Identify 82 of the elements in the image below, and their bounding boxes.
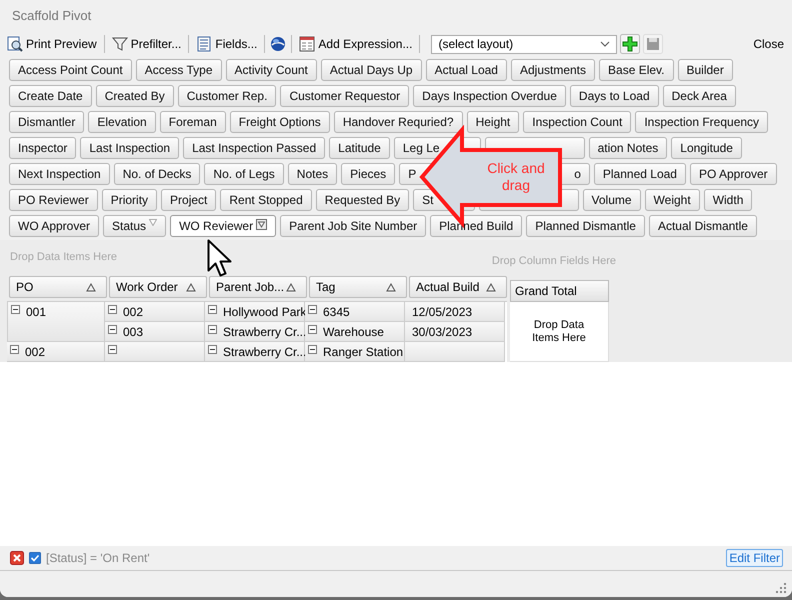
column-header[interactable]: Work Order [109, 276, 207, 298]
edit-filter-button[interactable]: Edit Filter [726, 549, 783, 567]
row-field-cell: Ranger Station [305, 342, 405, 362]
field-button[interactable]: Access Point Count [9, 59, 132, 81]
field-button[interactable]: No. of Decks [114, 163, 200, 185]
toolbar-button[interactable]: Prefilter... [110, 34, 184, 54]
field-button[interactable]: Days Inspection Overdue [413, 85, 566, 107]
drop-hint: Drop Column Fields Here [492, 255, 616, 267]
field-button[interactable]: Last Inspection [80, 137, 180, 159]
row-field-cell: 001 [7, 302, 105, 342]
field-button[interactable]: Rent Stopped [220, 189, 312, 211]
field-button[interactable]: Planned Load [594, 163, 686, 185]
field-button[interactable]: Adjustments [510, 59, 596, 81]
field-button[interactable]: Inspection Frequency [635, 111, 768, 133]
field-button[interactable]: Width [704, 189, 752, 211]
field-button[interactable]: Actual Load [426, 59, 507, 81]
field-button[interactable]: Actual Days Up [320, 59, 422, 81]
tooltip-text: Click and drag [486, 160, 546, 194]
field-button[interactable]: Customer Rep. [178, 85, 276, 107]
field-button[interactable]: Handover Requried? [334, 111, 463, 133]
row-field-cell: 30/03/2023 [405, 322, 505, 342]
close-button[interactable]: Close [751, 37, 786, 51]
field-button[interactable]: Pieces [341, 163, 396, 185]
field-button[interactable]: Parent Job Site Number [280, 215, 426, 237]
row-field-cell: 6345 [305, 302, 405, 322]
window-title: Scaffold Pivot [11, 7, 92, 25]
filter-expression: [Status] = 'On Rent' [46, 551, 150, 565]
field-button[interactable]: Inspection Count [523, 111, 632, 133]
field-button[interactable]: Notes [288, 163, 338, 185]
field-button[interactable]: Inspector [9, 137, 76, 159]
field-button[interactable]: Elevation [88, 111, 156, 133]
field-button[interactable]: Customer Requestor [280, 85, 410, 107]
column-header[interactable]: Actual Build [409, 276, 507, 298]
field-button[interactable]: Days to Load [570, 85, 659, 107]
field-button[interactable]: No. of Legs [204, 163, 284, 185]
field-button[interactable]: Requested By [316, 189, 410, 211]
toolbar-button[interactable]: Add Expression... [297, 34, 414, 54]
field-button[interactable]: Project [161, 189, 216, 211]
field-button[interactable]: Dismantler [9, 111, 84, 133]
field-button[interactable]: WO Approver [9, 215, 100, 237]
field-button[interactable]: WO Reviewer [170, 215, 276, 237]
field-button[interactable]: Planned Build [430, 215, 522, 237]
field-button[interactable]: Actual Dismantle [648, 215, 757, 237]
row-field-cell: Hollywood Park [205, 302, 305, 322]
field-button[interactable]: Next Inspection [9, 163, 110, 185]
field-button[interactable]: Builder [678, 59, 733, 81]
row-field-cell: 12/05/2023 [405, 302, 505, 322]
field-button[interactable]: Weight [644, 189, 700, 211]
field-button[interactable]: Longitude [671, 137, 742, 159]
layout-dropdown[interactable]: (select layout) [431, 34, 618, 54]
column-header[interactable]: PO [9, 276, 107, 298]
grand-total-header: Grand Total [510, 280, 609, 302]
field-button[interactable]: Freight Options [230, 111, 330, 133]
field-button[interactable]: Activity Count [226, 59, 317, 81]
field-button[interactable]: Planned Dismantle [526, 215, 645, 237]
field-button[interactable]: PO Reviewer [9, 189, 98, 211]
column-header[interactable]: Parent Job... [209, 276, 307, 298]
field-button[interactable]: Volume [582, 189, 641, 211]
row-field-cell: 002 [105, 302, 205, 322]
toolbar-button[interactable]: Fields... [194, 34, 260, 54]
field-button[interactable]: Last Inspection Passed [183, 137, 326, 159]
field-button[interactable]: Create Date [9, 85, 92, 107]
field-button[interactable]: Latitude [329, 137, 390, 159]
field-button[interactable]: ation Notes [588, 137, 668, 159]
row-field-cell: Strawberry Cr... [205, 322, 305, 342]
row-field-cell: Strawberry Cr... [205, 342, 305, 362]
field-button[interactable]: Height [466, 111, 520, 133]
toolbar-button[interactable]: Print Preview [5, 34, 99, 54]
drop-hint: Drop Data Items Here [10, 251, 117, 263]
drop-hint: Drop Data Items Here [531, 318, 587, 344]
row-field-cell: 002 [7, 342, 105, 362]
field-button[interactable]: Priority [102, 189, 158, 211]
field-button[interactable]: Foreman [160, 111, 226, 133]
field-button[interactable]: Base Elev. [599, 59, 674, 81]
field-button[interactable]: PO Approver [690, 163, 777, 185]
field-button[interactable]: Deck Area [662, 85, 736, 107]
row-field-cell: Warehouse [305, 322, 405, 342]
field-button[interactable]: Status [103, 215, 166, 237]
field-button[interactable]: Created By [96, 85, 174, 107]
row-field-cell: 003 [105, 322, 205, 342]
field-button[interactable]: Access Type [136, 59, 222, 81]
column-header[interactable]: Tag [309, 276, 407, 298]
